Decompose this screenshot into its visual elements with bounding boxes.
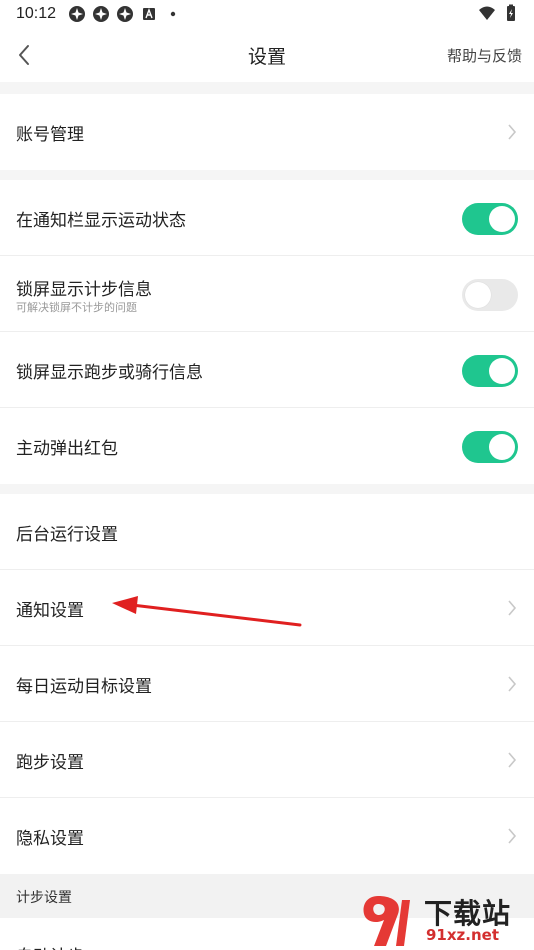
toggle-knob: [489, 434, 515, 460]
battery-charging-icon: [502, 4, 520, 22]
chevron-right-icon: [506, 674, 518, 694]
account-management-row[interactable]: 账号管理: [0, 94, 534, 170]
help-feedback-link[interactable]: 帮助与反馈: [447, 45, 522, 66]
chevron-right-icon: [506, 598, 518, 618]
chevron-right-icon: [506, 750, 518, 770]
row-label: 在通知栏显示运动状态: [16, 211, 186, 231]
accessibility-icon: [140, 5, 158, 23]
lockscreen-run-ride-row: 锁屏显示跑步或骑行信息: [0, 332, 534, 408]
toggle-knob: [465, 282, 491, 308]
chevron-right-icon: [506, 122, 518, 142]
row-label: 主动弹出红包: [16, 439, 118, 459]
watermark-url: 91xz.net: [426, 926, 500, 944]
watermark: 下载站 91xz.net: [358, 890, 534, 950]
row-label: 账号管理: [16, 125, 84, 145]
toggle-knob: [489, 358, 515, 384]
site-logo-icon: [363, 896, 410, 946]
nav-bar: 设置 帮助与反馈: [0, 28, 534, 82]
row-label: 锁屏显示计步信息: [16, 280, 152, 300]
row-label: 自动计步: [16, 942, 84, 950]
status-bar: 10:12: [0, 0, 534, 28]
row-label: 跑步设置: [16, 753, 84, 773]
notification-bar-status-toggle[interactable]: [462, 203, 518, 235]
app-notification-icon: [116, 5, 134, 23]
red-packet-popup-row: 主动弹出红包: [0, 408, 534, 484]
chevron-right-icon: [506, 826, 518, 846]
section-header-label: 计步设置: [16, 890, 72, 906]
daily-goal-settings-row[interactable]: 每日运动目标设置: [0, 646, 534, 722]
lockscreen-steps-toggle[interactable]: [462, 279, 518, 311]
notification-bar-status-row: 在通知栏显示运动状态: [0, 180, 534, 256]
notification-settings-row[interactable]: 通知设置: [0, 570, 534, 646]
row-label: 隐私设置: [16, 829, 84, 849]
dot-icon: [164, 5, 182, 23]
toggle-knob: [489, 206, 515, 232]
account-section: 账号管理: [0, 94, 534, 170]
row-label: 后台运行设置: [16, 525, 118, 545]
privacy-settings-row[interactable]: 隐私设置: [0, 798, 534, 874]
display-toggles-section: 在通知栏显示运动状态 锁屏显示计步信息 可解决锁屏不计步的问题 锁屏显示跑步或骑…: [0, 180, 534, 484]
row-sublabel: 可解决锁屏不计步的问题: [16, 301, 137, 314]
status-time: 10:12: [16, 5, 57, 22]
wifi-icon: [478, 4, 496, 22]
app-notification-icon: [68, 5, 86, 23]
lockscreen-run-ride-toggle[interactable]: [462, 355, 518, 387]
background-run-settings-row[interactable]: 后台运行设置: [0, 494, 534, 570]
settings-list-section: 后台运行设置 通知设置 每日运动目标设置 跑步设置 隐私设置: [0, 494, 534, 874]
running-settings-row[interactable]: 跑步设置: [0, 722, 534, 798]
row-label: 通知设置: [16, 601, 84, 621]
lockscreen-steps-row: 锁屏显示计步信息 可解决锁屏不计步的问题: [0, 256, 534, 332]
app-notification-icon: [92, 5, 110, 23]
red-packet-popup-toggle[interactable]: [462, 431, 518, 463]
row-label: 每日运动目标设置: [16, 677, 152, 697]
row-label: 锁屏显示跑步或骑行信息: [16, 363, 203, 383]
